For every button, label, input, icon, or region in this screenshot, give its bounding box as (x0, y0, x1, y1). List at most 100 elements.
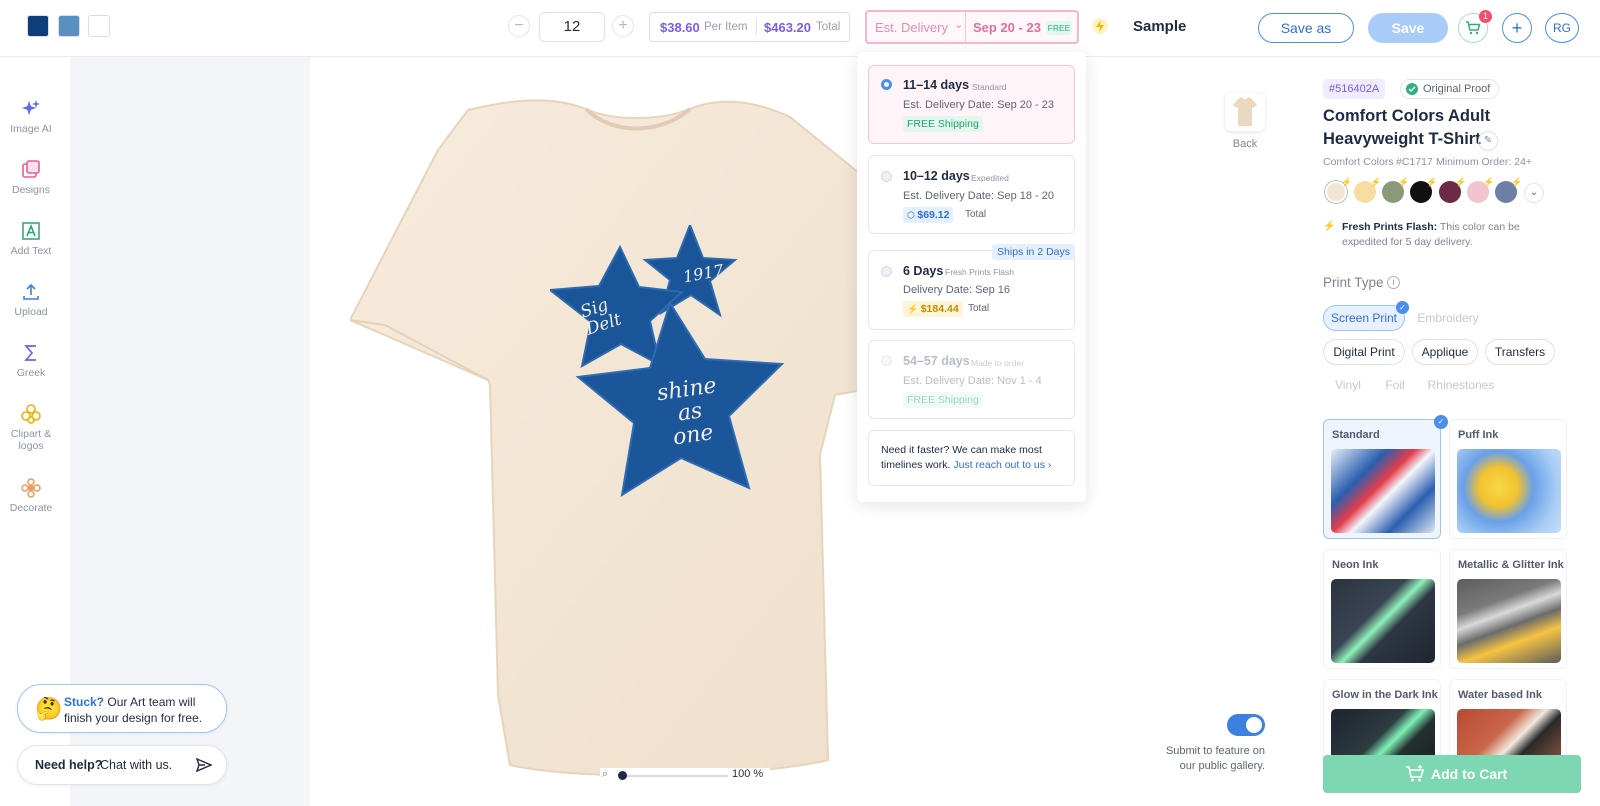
price-total-label: Total (968, 303, 990, 314)
star-design-artwork[interactable] (550, 225, 800, 505)
zoom-slider-handle[interactable] (618, 771, 627, 780)
print-type-screen-print[interactable]: Screen Print (1323, 305, 1405, 331)
nav-decorate[interactable]: Decorate (0, 478, 62, 514)
quantity-input[interactable]: 12 (539, 12, 605, 42)
print-type-rhinestones: Rhinestones (1419, 372, 1503, 398)
print-type-applique[interactable]: Applique (1412, 339, 1478, 365)
product-title: Comfort Colors Adult Heavyweight T-Shirt (1323, 107, 1491, 148)
delivery-option-flash[interactable]: Ships in 2 Days 6 Days Fresh Prints Flas… (868, 244, 1075, 330)
selected-check-icon: ✓ (1396, 301, 1409, 314)
original-proof-badge[interactable]: Original Proof (1400, 79, 1500, 99)
print-type-digital-print[interactable]: Digital Print (1323, 339, 1405, 365)
back-view-label: Back (1232, 138, 1258, 150)
option-price: $184.44 (920, 303, 959, 315)
per-item-price: $38.60 (660, 20, 700, 35)
flash-icon: ⚡ (1426, 177, 1438, 187)
add-to-cart-button[interactable]: Add to Cart (1323, 755, 1581, 793)
price-total-label: Total (965, 209, 987, 220)
nav-upload[interactable]: Upload (0, 282, 62, 318)
option-days: 6 Days (903, 264, 944, 278)
ink-option-standard[interactable]: Standard (1323, 419, 1441, 539)
proof-id-badge: #516402A (1323, 79, 1386, 99)
ink-option-metallic-glitter[interactable]: Metallic & Glitter Ink (1449, 549, 1567, 669)
chat-widget[interactable]: Need help? Chat with us. (17, 745, 227, 785)
lightning-icon: ⚡ (907, 304, 921, 314)
nav-designs[interactable]: Designs (0, 160, 62, 196)
ink-option-neon[interactable]: Neon Ink (1323, 549, 1441, 669)
option-type: Made to order (971, 358, 1024, 368)
option-price: $69.12 (917, 209, 950, 221)
nav-label: Image AI (10, 123, 52, 135)
flash-icon: ⚡ (1370, 177, 1382, 187)
product-panel: #516402A Original Proof Comfort Colors A… (1295, 57, 1600, 806)
radio-unselected[interactable] (881, 171, 892, 182)
design-text-shine[interactable]: shine as one (636, 371, 745, 453)
print-type-vinyl: Vinyl (1323, 372, 1373, 398)
gallery-toggle[interactable] (1227, 714, 1265, 736)
zoom-slider-track[interactable] (620, 775, 728, 777)
back-view-thumbnail[interactable] (1225, 93, 1265, 131)
reach-out-link[interactable]: Just reach out to us › (953, 459, 1051, 471)
cart-icon (1466, 21, 1481, 35)
delivery-help-text: Need it faster? We can make most timelin… (881, 443, 1066, 473)
price-summary: $38.60 Per Item $463.20 Total (649, 12, 850, 42)
print-type-embroidery: Embroidery (1409, 305, 1487, 331)
color-swatch-navy[interactable] (27, 15, 49, 37)
nav-greek[interactable]: Greek (0, 343, 62, 379)
user-avatar[interactable]: RG (1545, 13, 1579, 43)
price-tag: ⚡ $184.44 (903, 301, 963, 317)
art-team-text: Stuck? Our Art team will finish your des… (64, 694, 214, 726)
radio-selected[interactable] (881, 79, 892, 90)
product-sku: #C1717 (1396, 156, 1433, 168)
send-icon[interactable] (196, 757, 212, 773)
chat-help-label: Need help? (35, 758, 103, 772)
delivery-help-footer: Need it faster? We can make most timelin… (868, 430, 1075, 486)
toggle-knob (1246, 717, 1262, 733)
color-swatch-blue[interactable] (58, 15, 80, 37)
radio-unselected[interactable] (881, 266, 892, 277)
cart-add-icon (1406, 765, 1425, 782)
flash-note-title: Fresh Prints Flash: (1342, 221, 1438, 233)
save-button[interactable]: Save (1368, 13, 1448, 43)
ink-option-label: Glow in the Dark Ink (1332, 689, 1438, 701)
info-icon[interactable]: i (1387, 276, 1400, 289)
option-date: Est. Delivery Date: Sep 20 - 23 (903, 99, 1055, 111)
print-type-transfers[interactable]: Transfers (1485, 339, 1555, 365)
save-as-button[interactable]: Save as (1258, 13, 1354, 43)
quantity-decrease-button[interactable]: − (508, 15, 530, 37)
flash-icon: ⚡ (1483, 177, 1495, 187)
per-item-label: Per Item (704, 21, 748, 33)
edit-pencil-icon[interactable]: ✎ (1478, 131, 1498, 151)
delivery-option-standard[interactable]: 11–14 days Standard Est. Delivery Date: … (868, 65, 1075, 144)
ink-option-label: Metallic & Glitter Ink (1458, 559, 1564, 571)
lightning-icon (1092, 18, 1108, 34)
design-name[interactable]: Sample (1133, 18, 1186, 35)
more-colors-chevron-icon[interactable]: ⌄ (1524, 183, 1544, 203)
color-swatch-white[interactable] (88, 15, 110, 37)
quantity-increase-button[interactable]: + (612, 15, 634, 37)
radio-disabled (881, 355, 892, 366)
puff-ink-sample-image (1457, 449, 1561, 533)
option-days: 54–57 days (903, 354, 970, 368)
option-type: Standard (972, 82, 1007, 92)
standard-ink-sample-image (1331, 449, 1435, 533)
option-days: 11–14 days (903, 78, 970, 92)
delivery-option-expedited[interactable]: 10–12 days Expedited Est. Delivery Date:… (868, 155, 1075, 234)
art-team-banner[interactable]: 🤔 Stuck? Our Art team will finish your d… (17, 684, 227, 733)
chevron-down-icon: ⌄ (954, 19, 964, 31)
nav-clipart[interactable]: Clipart & logos (0, 404, 62, 452)
check-circle-icon (1406, 83, 1418, 95)
nav-label: Add Text (10, 245, 52, 257)
neon-ink-sample-image (1331, 579, 1435, 663)
original-proof-label: Original Proof (1423, 83, 1491, 95)
nav-image-ai[interactable]: Image AI (0, 99, 62, 135)
nav-label: Designs (12, 184, 50, 196)
option-type: Fresh Prints Flash (945, 267, 1014, 277)
designs-icon (22, 160, 40, 178)
ink-option-puff[interactable]: Puff Ink (1449, 419, 1567, 539)
nav-label: Clipart & logos (10, 428, 52, 452)
flash-icon: ⚡ (1511, 177, 1523, 187)
est-delivery-dropdown[interactable]: Est. Delivery ⌄ Sep 20 - 23 FREE (865, 10, 1079, 44)
add-button[interactable]: + (1502, 13, 1532, 43)
nav-add-text[interactable]: Add Text (0, 221, 62, 257)
